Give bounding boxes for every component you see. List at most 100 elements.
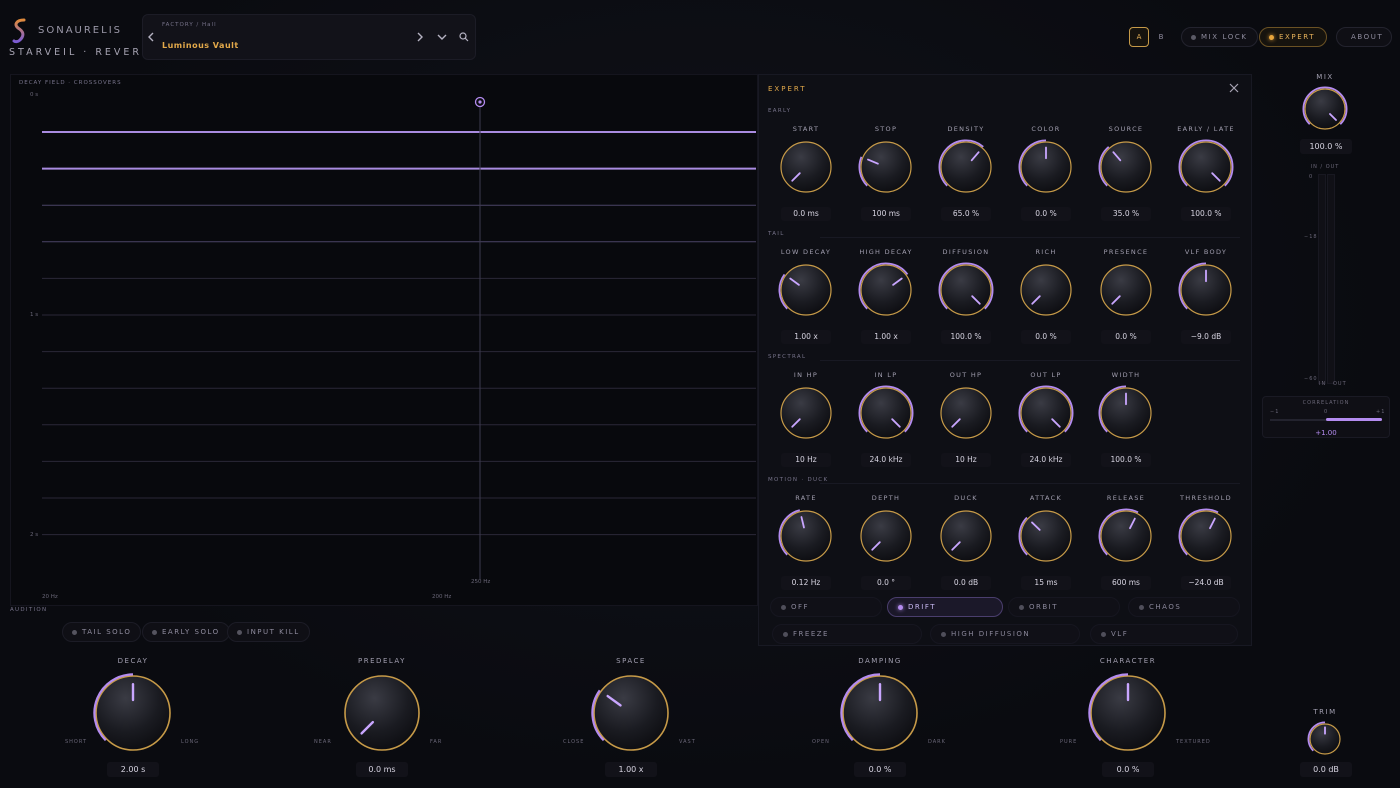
expert-knob-release[interactable] (1098, 508, 1154, 564)
audition-label: EARLY SOLO (162, 628, 220, 636)
cursor-freq-label: 250 Hz (471, 579, 491, 585)
expert-button[interactable]: EXPERT (1259, 27, 1327, 47)
knob-ring (1020, 264, 1072, 316)
ab-a-button[interactable]: A (1129, 27, 1149, 47)
expert-knob-value[interactable]: 1.00 x (861, 330, 911, 344)
expert-knob-label: STOP (874, 125, 898, 133)
macro-max-label: VAST (679, 739, 696, 745)
expert-knob-value[interactable]: 15 ms (1021, 576, 1071, 590)
expert-knob-value[interactable]: 0.0 dB (941, 576, 991, 590)
expert-knob-density[interactable] (938, 139, 994, 195)
expert-knob-in-lp[interactable] (858, 385, 914, 441)
expert-knob-source[interactable] (1098, 139, 1154, 195)
expert-knob-value[interactable]: 10 Hz (941, 453, 991, 467)
knob-ring (344, 675, 420, 751)
expert-knob-vlf-body[interactable] (1178, 262, 1234, 318)
macro-knob-predelay[interactable] (342, 673, 422, 753)
expert-knob-value[interactable]: 0.12 Hz (781, 576, 831, 590)
expert-knob-value[interactable]: 1.00 x (781, 330, 831, 344)
expert-knob-value[interactable]: 65.0 % (941, 207, 991, 221)
expert-knob-value[interactable]: 24.0 kHz (1021, 453, 1071, 467)
meter-in-label: IN (1319, 381, 1327, 387)
macro-value[interactable]: 1.00 x (605, 762, 657, 777)
expert-knob-value[interactable]: 0.0 % (1021, 330, 1071, 344)
expert-knob-value[interactable]: 0.0 % (1101, 330, 1151, 344)
section-label-0: EARLY (768, 108, 792, 114)
expert-knob-value[interactable]: 600 ms (1101, 576, 1151, 590)
expert-knob-in-hp[interactable] (778, 385, 834, 441)
mix-lock-button[interactable]: MIX LOCK (1181, 27, 1258, 47)
expert-knob-value[interactable]: 0.0 % (1021, 207, 1071, 221)
prev-preset-button[interactable] (144, 30, 158, 44)
expert-knob-value[interactable]: 0.0 ° (861, 576, 911, 590)
expert-knob-duck[interactable] (938, 508, 994, 564)
expert-knob-color[interactable] (1018, 139, 1074, 195)
macro-label: SPACE (616, 657, 646, 665)
decay-field-graph[interactable] (10, 74, 758, 606)
expert-knob-rate[interactable] (778, 508, 834, 564)
expert-knob-label: OUT LP (1030, 371, 1062, 379)
preset-menu-button[interactable] (435, 30, 449, 44)
ab-b-button[interactable]: B (1151, 27, 1171, 47)
mode-off[interactable]: OFF (770, 597, 882, 617)
section-label-2: SPECTRAL (768, 354, 807, 360)
mix-knob[interactable] (1302, 86, 1348, 132)
expert-knob-early-late[interactable] (1178, 139, 1234, 195)
expert-knob-attack[interactable] (1018, 508, 1074, 564)
audition-early-solo[interactable]: EARLY SOLO (142, 622, 230, 642)
mode-orbit[interactable]: ORBIT (1008, 597, 1120, 617)
macro-knob-character[interactable] (1088, 673, 1168, 753)
preset-name[interactable]: Luminous Vault (162, 41, 239, 50)
expert-knob-diffusion[interactable] (938, 262, 994, 318)
expert-knob-rich[interactable] (1018, 262, 1074, 318)
mix-value[interactable]: 100.0 % (1300, 139, 1352, 154)
toggle-indicator (941, 631, 946, 637)
expert-knob-label: OUT HP (949, 371, 983, 379)
audition-input-kill[interactable]: INPUT KILL (227, 622, 310, 642)
trim-value[interactable]: 0.0 dB (1300, 762, 1352, 777)
expert-knob-value[interactable]: 100.0 % (941, 330, 991, 344)
expert-knob-value[interactable]: 100 ms (861, 207, 911, 221)
knob-ring (1180, 141, 1232, 193)
macro-knob-decay[interactable] (93, 673, 173, 753)
expert-knob-value[interactable]: 0.0 ms (781, 207, 831, 221)
expert-knob-depth[interactable] (858, 508, 914, 564)
expert-knob-high-decay[interactable] (858, 262, 914, 318)
toggle-high-diffusion[interactable]: HIGH DIFFUSION (930, 624, 1080, 644)
toggle-freeze[interactable]: FREEZE (772, 624, 922, 644)
macro-knob-space[interactable] (591, 673, 671, 753)
macro-value[interactable]: 0.0 % (1102, 762, 1154, 777)
mode-drift[interactable]: DRIFT (887, 597, 1003, 617)
search-icon (459, 32, 469, 42)
expert-knob-value[interactable]: 100.0 % (1101, 453, 1151, 467)
about-button[interactable]: ABOUT (1336, 27, 1392, 47)
expert-knob-low-decay[interactable] (778, 262, 834, 318)
preset-search-button[interactable] (457, 30, 471, 44)
macro-min-label: CLOSE (563, 739, 585, 745)
toggle-vlf[interactable]: VLF (1090, 624, 1238, 644)
expert-knob-value[interactable]: −9.0 dB (1181, 330, 1231, 344)
trim-knob[interactable] (1307, 721, 1343, 757)
macro-value[interactable]: 2.00 s (107, 762, 159, 777)
expert-knob-label: VLF BODY (1184, 248, 1228, 256)
expert-knob-width[interactable] (1098, 385, 1154, 441)
expert-knob-value[interactable]: 100.0 % (1181, 207, 1231, 221)
expert-knob-value[interactable]: −24.0 dB (1181, 576, 1231, 590)
macro-value[interactable]: 0.0 % (854, 762, 906, 777)
expert-knob-threshold[interactable] (1178, 508, 1234, 564)
next-preset-button[interactable] (413, 30, 427, 44)
expert-knob-presence[interactable] (1098, 262, 1154, 318)
expert-knob-value[interactable]: 35.0 % (1101, 207, 1151, 221)
macro-knob-damping[interactable] (840, 673, 920, 753)
mode-chaos[interactable]: CHAOS (1128, 597, 1240, 617)
macro-value[interactable]: 0.0 ms (356, 762, 408, 777)
expert-knob-out-lp[interactable] (1018, 385, 1074, 441)
expert-knob-value[interactable]: 24.0 kHz (861, 453, 911, 467)
expert-knob-start[interactable] (778, 139, 834, 195)
expert-knob-out-hp[interactable] (938, 385, 994, 441)
audition-tail-solo[interactable]: TAIL SOLO (62, 622, 142, 642)
expert-knob-label: ATTACK (1029, 494, 1063, 502)
close-expert-button[interactable] (1227, 81, 1241, 95)
expert-knob-stop[interactable] (858, 139, 914, 195)
expert-knob-value[interactable]: 10 Hz (781, 453, 831, 467)
